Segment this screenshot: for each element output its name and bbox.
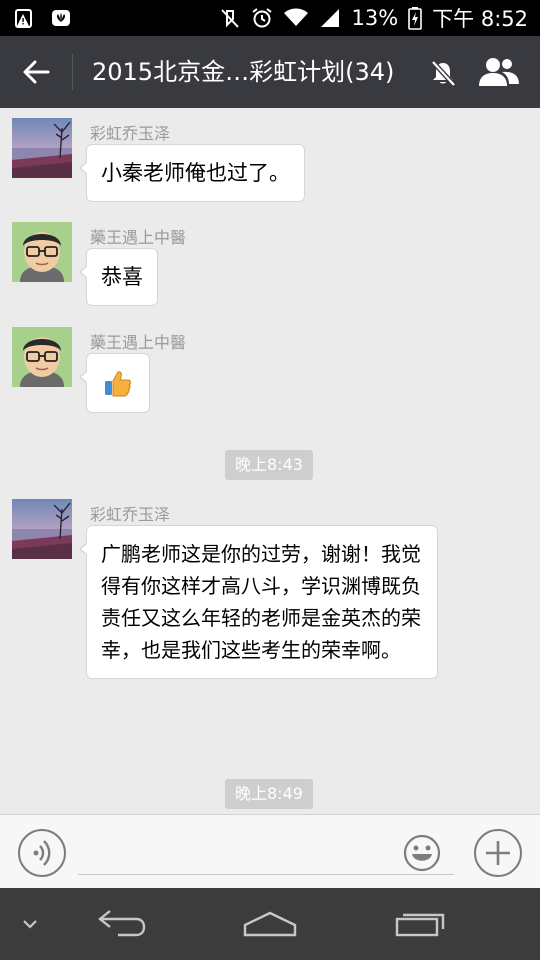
message-list[interactable]: 彩虹乔玉泽 小秦老师俺也过了。 藥王遇上中醫 恭喜 藥王遇上中醫 晚上8:43 … [0,108,540,814]
nav-home-button[interactable] [230,888,310,960]
chat-title: 2015北京金…彩虹计划(34) [92,58,395,86]
status-left-icons [14,7,72,29]
nav-recent-apps-button[interactable] [380,888,460,960]
hide-keyboard-icon [23,920,37,929]
warning-icon [15,9,32,28]
system-nav-bar [0,888,540,960]
message-text: 恭喜 [101,265,143,289]
back-arrow-icon [23,60,50,84]
lake-sunset-avatar[interactable] [12,499,72,559]
sender-name: 藥王遇上中醫 [90,333,187,352]
thumbs-up-icon [105,371,131,397]
status-time: 下午 8:52 [432,7,528,31]
wifi-icon [284,8,309,26]
status-right: 13% 下午 8:52 [219,4,528,32]
group-members-icon[interactable] [476,54,522,90]
battery-charging-icon [408,7,422,30]
chat-header: 2015北京金…彩虹计划(34) [0,36,540,108]
add-button[interactable] [474,829,522,877]
status-bar: 13% 下午 8:52 [0,0,540,36]
huawei-icon [52,10,70,26]
emoji-icon[interactable] [402,833,442,873]
signal-icon [321,9,340,27]
mute-notifications-icon[interactable] [428,58,458,88]
message-bubble[interactable]: 恭喜 [79,248,158,306]
message-text: 小秦老师俺也过了。 [101,161,290,185]
timestamp-divider: 晚上8:43 [225,450,313,480]
back-button[interactable] [14,50,58,94]
cartoon-man-avatar[interactable] [12,222,72,282]
hide-keyboard-button[interactable] [10,888,50,960]
voice-icon [33,840,51,866]
message-bubble[interactable]: 广鹏老师这是你的过劳，谢谢！我觉得有你这样才高八斗，学识渊博既负责任又这么年轻的… [79,525,438,679]
input-bar [0,814,540,888]
message-text: 广鹏老师这是你的过劳，谢谢！我觉得有你这样才高八斗，学识渊博既负责任又这么年轻的… [101,542,421,662]
add-icon [486,841,510,865]
message-bubble[interactable] [79,353,150,413]
recent-apps-icon [395,913,445,937]
mute-vibrate-icon [221,9,240,28]
back-icon [98,910,146,937]
timestamp-divider: 晚上8:49 [225,779,313,809]
message-bubble[interactable]: 小秦老师俺也过了。 [79,144,305,202]
alarm-icon [252,8,273,28]
lake-sunset-avatar[interactable] [12,118,72,178]
home-icon [243,911,297,937]
sender-name: 彩虹乔玉泽 [90,124,171,143]
nav-back-button[interactable] [80,888,160,960]
cartoon-man-avatar[interactable] [12,327,72,387]
sender-name: 藥王遇上中醫 [90,228,187,247]
battery-percent: 13% [351,6,399,30]
voice-button[interactable] [18,829,66,877]
sender-name: 彩虹乔玉泽 [90,505,171,524]
header-divider [72,54,73,90]
message-input[interactable] [78,831,454,875]
